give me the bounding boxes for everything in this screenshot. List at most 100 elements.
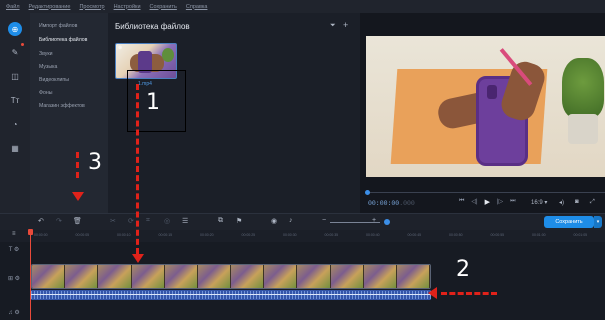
ruler-tick-label: 00:00:10 bbox=[117, 233, 131, 237]
ruler-tick-label: 00:00:45 bbox=[407, 233, 422, 237]
ruler-tick-label: 00:01:05 bbox=[573, 233, 588, 237]
volume-icon[interactable]: ◂) bbox=[559, 199, 564, 206]
ruler-tick-label: 00:00:15 bbox=[158, 233, 173, 237]
mic-icon[interactable]: ♪ bbox=[289, 217, 293, 224]
speed-icon[interactable]: ◎ bbox=[164, 217, 170, 225]
clip-frame bbox=[330, 265, 364, 288]
titles-icon[interactable]: Tт bbox=[8, 93, 22, 107]
plant-pot bbox=[568, 114, 598, 144]
import-tool-icon[interactable]: ⊕ bbox=[8, 22, 22, 36]
plus-icon[interactable]: + bbox=[343, 20, 348, 30]
skip-start-icon[interactable]: ⏮ bbox=[459, 198, 464, 206]
aspect-ratio-select[interactable]: 16:9 ▾ bbox=[531, 199, 547, 206]
clip-frame bbox=[231, 265, 265, 288]
menu-item[interactable]: Настройки bbox=[114, 4, 141, 10]
sidebar-item-sounds[interactable]: Звуки bbox=[39, 51, 53, 57]
delete-icon[interactable]: 🗑 bbox=[73, 217, 82, 225]
skip-end-icon[interactable]: ⏭ bbox=[510, 198, 515, 206]
menu-item[interactable]: Сохранить bbox=[150, 4, 177, 10]
audio-clip[interactable] bbox=[31, 290, 431, 300]
timecode: 00:00:00.000 bbox=[368, 200, 415, 207]
annotation-arrow-2 bbox=[428, 287, 437, 299]
fullscreen-icon[interactable]: ⤢ bbox=[590, 199, 595, 206]
seek-handle[interactable] bbox=[365, 190, 370, 195]
menu-item[interactable]: Редактирование bbox=[29, 4, 71, 10]
clip-frame bbox=[98, 265, 132, 288]
text-track-header[interactable]: T ⚙ bbox=[0, 246, 28, 253]
import-sidebar: Импорт файлов Библиотека файлов Звуки Му… bbox=[30, 13, 108, 213]
sidebar-item-library[interactable]: Библиотека файлов bbox=[39, 37, 87, 43]
clip-frame bbox=[396, 265, 430, 288]
transport-controls: ⏮ ◁| ▶ |▷ ⏭ bbox=[459, 198, 516, 206]
sidebar-item-effects-store[interactable]: Магазин эффектов bbox=[39, 103, 85, 109]
play-icon[interactable]: ▶ bbox=[485, 198, 490, 206]
record-icon[interactable]: ◉ bbox=[271, 217, 277, 225]
marker-icon[interactable]: ⚑ bbox=[236, 217, 242, 225]
playback-bar: 00:00:00.000 ⏮ ◁| ▶ |▷ ⏭ 16:9 ▾ ◂) ◙ ⤢ bbox=[365, 183, 605, 213]
track-settings-icon[interactable]: ≡ bbox=[12, 231, 16, 237]
cut-icon[interactable]: ✂ bbox=[110, 217, 116, 225]
seek-bar[interactable] bbox=[365, 190, 605, 195]
sidebar-item-backgrounds[interactable]: Фоны bbox=[39, 90, 52, 96]
ruler-tick-label: 00:00:40 bbox=[366, 233, 380, 237]
prev-frame-icon[interactable]: ◁| bbox=[471, 198, 477, 206]
annotation-arrow-1 bbox=[132, 254, 144, 263]
library-title: Библиотека файлов bbox=[115, 22, 190, 31]
timeline: T ⚙ ⊞ ⚙ ♫ ⚙ bbox=[0, 242, 605, 320]
ruler-tick-label: 00:00:55 bbox=[490, 233, 505, 237]
clip-frame bbox=[164, 265, 198, 288]
zoom-handle[interactable] bbox=[384, 219, 390, 225]
crop-icon[interactable]: ⌗ bbox=[146, 217, 150, 225]
adjust-icon[interactable]: ☰ bbox=[182, 217, 188, 225]
clip-frame bbox=[65, 265, 99, 288]
ruler-tick-label: 00:00:20 bbox=[200, 233, 214, 237]
save-options-icon[interactable]: ▾ bbox=[594, 216, 602, 228]
ruler-tick-label: 00:00:25 bbox=[241, 233, 256, 237]
timeline-toolbar: ↶ ↷ 🗑 ✂ ⟳ ⌗ ◎ ☰ ⧉ ⚑ ◉ ♪ − + Сохранить ▾ bbox=[0, 213, 605, 230]
filter-icon[interactable]: ⏷ bbox=[330, 22, 336, 30]
volume-line[interactable] bbox=[31, 294, 431, 295]
sidebar-item-import[interactable]: Импорт файлов bbox=[39, 23, 77, 29]
clip-frame bbox=[363, 265, 397, 288]
rotate-icon[interactable]: ⟳ bbox=[128, 217, 134, 225]
playhead[interactable] bbox=[30, 230, 31, 320]
filters-icon[interactable]: ◫ bbox=[8, 69, 22, 83]
transitions-icon[interactable]: ◔ bbox=[8, 117, 22, 131]
potted-plant bbox=[562, 58, 604, 118]
audio-waveform bbox=[31, 291, 431, 299]
annotation-dashed-line-3 bbox=[76, 152, 79, 178]
save-button[interactable]: Сохранить bbox=[544, 216, 594, 228]
undo-icon[interactable]: ↶ bbox=[38, 217, 44, 225]
remove-file-icon[interactable]: ⊗ bbox=[118, 45, 122, 51]
annotation-dashed-line-2 bbox=[441, 292, 497, 295]
sidebar-item-music[interactable]: Музыка bbox=[39, 64, 57, 70]
clip-frame bbox=[197, 265, 232, 288]
audio-track-header[interactable]: ♫ ⚙ bbox=[0, 309, 28, 316]
menu-bar: Файл Редактирование Просмотр Настройки Сохра… bbox=[0, 0, 605, 13]
menu-item[interactable]: Справка bbox=[186, 4, 208, 10]
ruler-tick-label: 00:01:00 bbox=[532, 233, 546, 237]
pip-icon[interactable]: ⧉ bbox=[218, 217, 223, 225]
clip-frame bbox=[32, 265, 66, 288]
zoom-in-icon[interactable]: + bbox=[372, 217, 376, 224]
annotation-dashed-line-1 bbox=[136, 84, 139, 254]
annotation-arrow-3 bbox=[72, 192, 84, 201]
more-tools-icon[interactable]: ▦ bbox=[8, 141, 22, 155]
video-track-header[interactable]: ⊞ ⚙ bbox=[0, 275, 28, 282]
preview-video-frame bbox=[366, 36, 605, 177]
clip-frame bbox=[131, 265, 165, 288]
video-clip[interactable] bbox=[31, 264, 431, 289]
menu-item[interactable]: Просмотр bbox=[79, 4, 104, 10]
timeline-ruler[interactable]: ≡ 00:00:00 00:00:05 00:00:10 00:00:15 00:00:… bbox=[0, 230, 605, 242]
clip-frame bbox=[297, 265, 331, 288]
magic-wand-icon[interactable]: ✎ bbox=[8, 43, 24, 59]
redo-icon[interactable]: ↷ bbox=[56, 217, 62, 225]
ruler-tick-label: 00:00:35 bbox=[324, 233, 339, 237]
sidebar-item-videoclips[interactable]: Видеоклипы bbox=[39, 77, 69, 83]
menu-item[interactable]: Файл bbox=[6, 4, 20, 10]
snapshot-icon[interactable]: ◙ bbox=[575, 199, 579, 205]
next-frame-icon[interactable]: |▷ bbox=[497, 198, 503, 206]
ruler-tick-label: 00:00:00 bbox=[34, 233, 48, 237]
zoom-out-icon[interactable]: − bbox=[322, 217, 326, 224]
ruler-tick-label: 00:00:05 bbox=[75, 233, 90, 237]
